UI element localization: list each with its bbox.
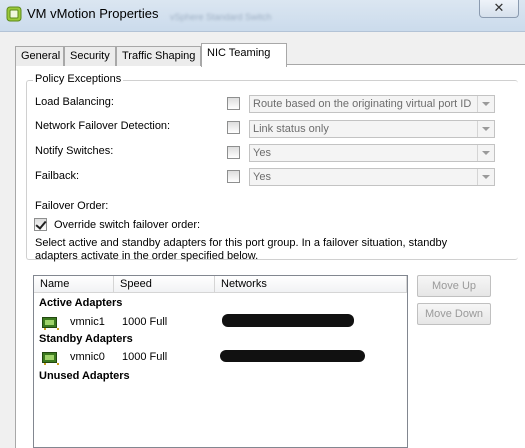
adapter-name: vmnic1 [70, 316, 105, 328]
redacted-networks [222, 314, 354, 327]
failover-help-text-line2: adapters activate in the order specified… [35, 250, 259, 262]
redacted-networks [220, 350, 365, 362]
chevron-down-icon [477, 96, 494, 112]
notify-switches-value: Yes [253, 147, 271, 159]
active-adapters-header: Active Adapters [39, 297, 123, 309]
notify-switches-override-checkbox[interactable] [227, 146, 240, 159]
failback-select[interactable]: Yes [249, 168, 495, 186]
override-failover-order-checkbox[interactable] [34, 218, 47, 231]
policy-exceptions-legend: Policy Exceptions [33, 73, 124, 85]
tab-general[interactable]: General [15, 46, 64, 66]
notify-switches-label: Notify Switches: [35, 145, 114, 157]
failover-detection-select[interactable]: Link status only [249, 120, 495, 138]
title-bar: VM vMotion Properties vSphere Standard S… [0, 0, 525, 32]
standby-adapters-header: Standby Adapters [39, 333, 133, 345]
adapter-speed: 1000 Full [122, 351, 168, 363]
move-down-button[interactable]: Move Down [417, 303, 491, 325]
failback-value: Yes [253, 171, 271, 183]
failover-detection-override-checkbox[interactable] [227, 121, 240, 134]
column-header-speed[interactable]: Speed [114, 276, 215, 293]
column-header-networks[interactable]: Networks [215, 276, 407, 293]
adapter-name: vmnic0 [70, 351, 105, 363]
chevron-down-icon [477, 169, 494, 185]
tab-security[interactable]: Security [64, 46, 116, 66]
failover-detection-label: Network Failover Detection: [35, 120, 171, 132]
notify-switches-select[interactable]: Yes [249, 144, 495, 162]
failover-help-text-line1: Select active and standby adapters for t… [35, 237, 448, 249]
chevron-down-icon [477, 145, 494, 161]
column-header-name[interactable]: Name [34, 276, 114, 293]
tab-nic-teaming[interactable]: NIC Teaming [201, 43, 287, 67]
vmware-app-icon [6, 6, 22, 22]
adapters-list[interactable]: Name Speed Networks Active Adapters vmni… [33, 275, 408, 448]
load-balancing-value: Route based on the originating virtual p… [253, 98, 472, 110]
failover-order-label: Failover Order: [35, 200, 109, 212]
load-balancing-select[interactable]: Route based on the originating virtual p… [249, 95, 495, 113]
adapter-speed: 1000 Full [122, 316, 168, 328]
nic-icon [42, 352, 59, 365]
window-title: VM vMotion Properties [27, 6, 159, 21]
load-balancing-label: Load Balancing: [35, 96, 114, 108]
failback-override-checkbox[interactable] [227, 170, 240, 183]
chevron-down-icon [477, 121, 494, 137]
move-up-button[interactable]: Move Up [417, 275, 491, 297]
close-icon: ✕ [493, 0, 505, 15]
override-failover-order-label: Override switch failover order: [54, 219, 201, 231]
failback-label: Failback: [35, 170, 80, 182]
load-balancing-override-checkbox[interactable] [227, 97, 240, 110]
tab-traffic-shaping[interactable]: Traffic Shaping [116, 46, 201, 66]
unused-adapters-header: Unused Adapters [39, 370, 130, 382]
close-button[interactable]: ✕ [479, 0, 519, 18]
background-window-text: vSphere Standard Switch [170, 12, 272, 22]
failover-detection-value: Link status only [253, 123, 329, 135]
nic-icon [42, 317, 59, 330]
